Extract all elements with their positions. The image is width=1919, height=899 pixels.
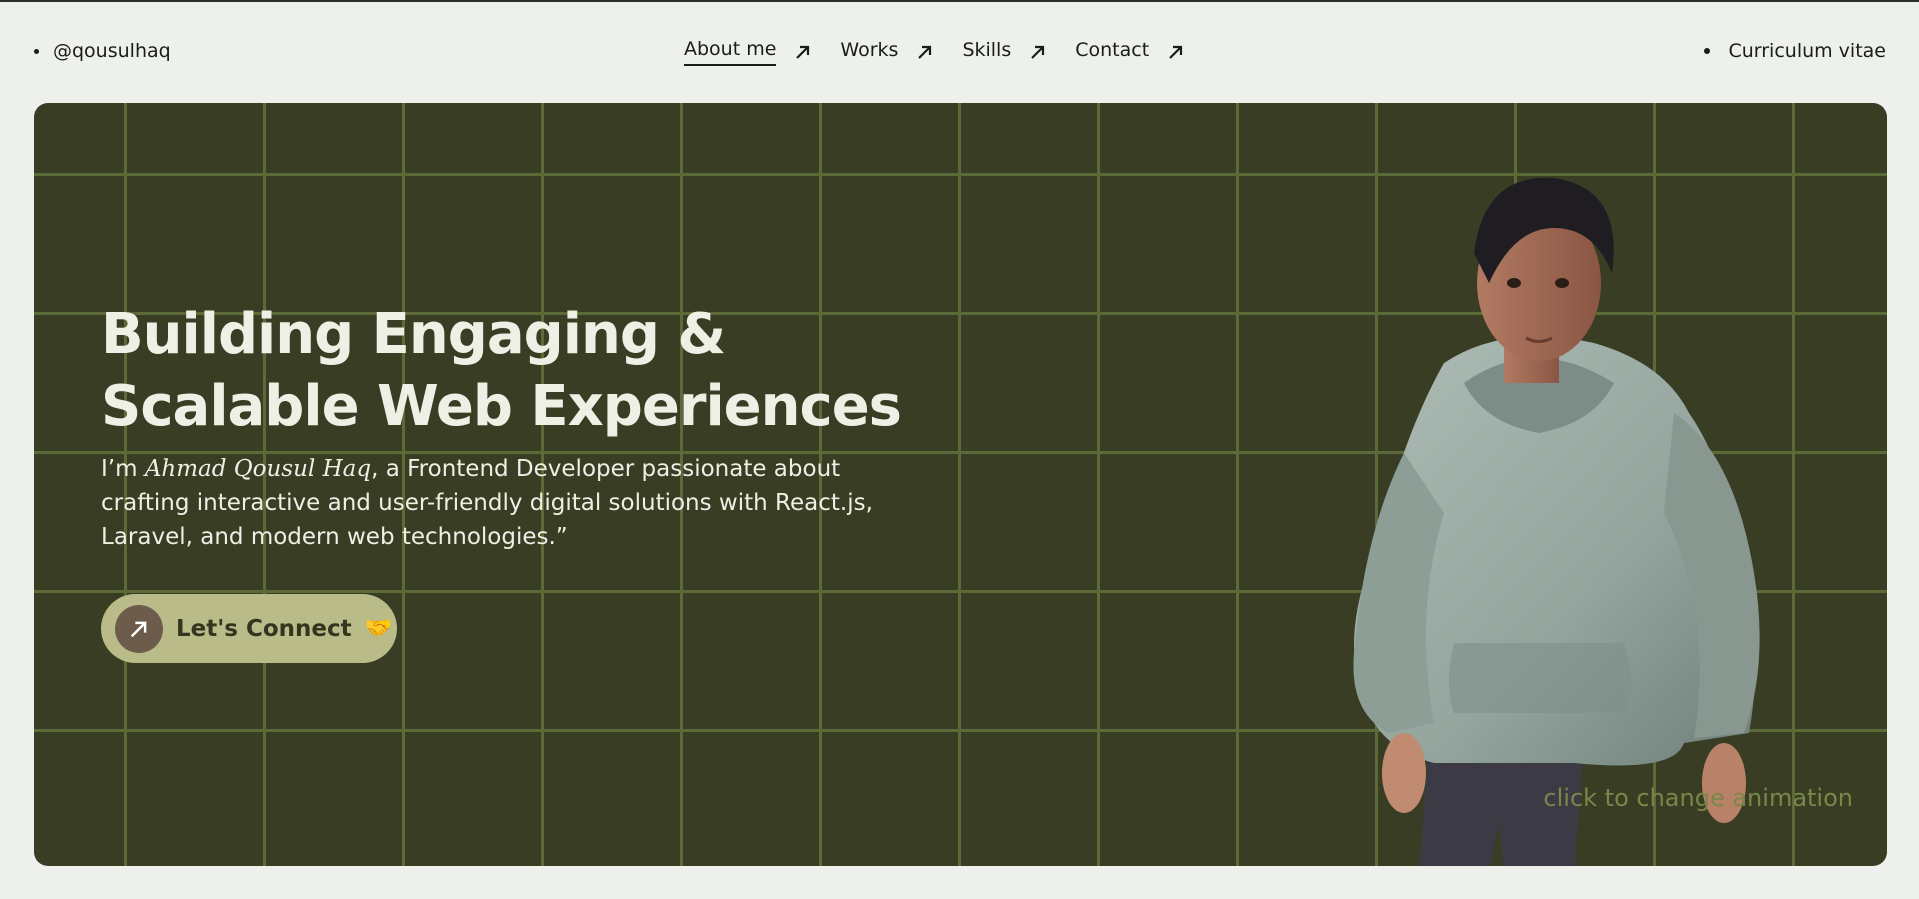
connect-arrow-circle	[115, 604, 163, 653]
arrow-up-right-icon	[1169, 45, 1183, 59]
hero-title: Building Engaging & Scalable Web Experie…	[101, 299, 1001, 443]
connect-label: Let's Connect	[176, 615, 352, 642]
hero-title-line-2: Scalable Web Experiences	[101, 374, 902, 439]
cv-link[interactable]: Curriculum vitae	[1704, 40, 1886, 62]
arrow-up-right-icon	[918, 45, 932, 59]
nav-item-about[interactable]: About me	[684, 38, 812, 66]
nav-label-skills: Skills	[962, 39, 1012, 61]
nav-item-skills[interactable]: Skills	[962, 39, 1047, 65]
lets-connect-button[interactable]: Let's Connect 🤝	[101, 594, 397, 663]
nav-label-about: About me	[684, 38, 777, 66]
nav-label-contact: Contact	[1075, 39, 1150, 61]
arrow-up-right-icon	[796, 45, 810, 59]
arrow-up-right-icon	[1031, 45, 1045, 59]
handshake-icon: 🤝	[364, 616, 393, 641]
arrow-up-right-icon	[130, 621, 147, 637]
bullet-dot	[34, 48, 39, 54]
nav-item-contact[interactable]: Contact	[1075, 39, 1185, 65]
author-name: Ahmad Qousul Haq	[144, 456, 372, 482]
3d-avatar[interactable]	[1294, 133, 1834, 866]
nav-item-works[interactable]: Works	[840, 39, 934, 65]
top-navigation-bar: @qousulhaq About me Works Skills Contact…	[0, 2, 1919, 102]
change-animation-hint[interactable]: click to change animation	[1543, 784, 1853, 812]
bullet-dot	[1704, 48, 1711, 54]
handle-text: @qousulhaq	[53, 40, 171, 62]
desc-prefix: I’m	[101, 456, 145, 482]
nav-label-works: Works	[840, 39, 899, 61]
hero-title-line-1: Building Engaging &	[101, 302, 726, 367]
handle-link[interactable]: @qousulhaq	[34, 40, 171, 62]
main-nav: About me Works Skills Contact	[684, 38, 1185, 66]
hero-section: Building Engaging & Scalable Web Experie…	[34, 103, 1887, 866]
hero-description: I’m Ahmad Qousul Haq, a Frontend Develop…	[101, 452, 891, 554]
cv-label: Curriculum vitae	[1728, 40, 1886, 62]
